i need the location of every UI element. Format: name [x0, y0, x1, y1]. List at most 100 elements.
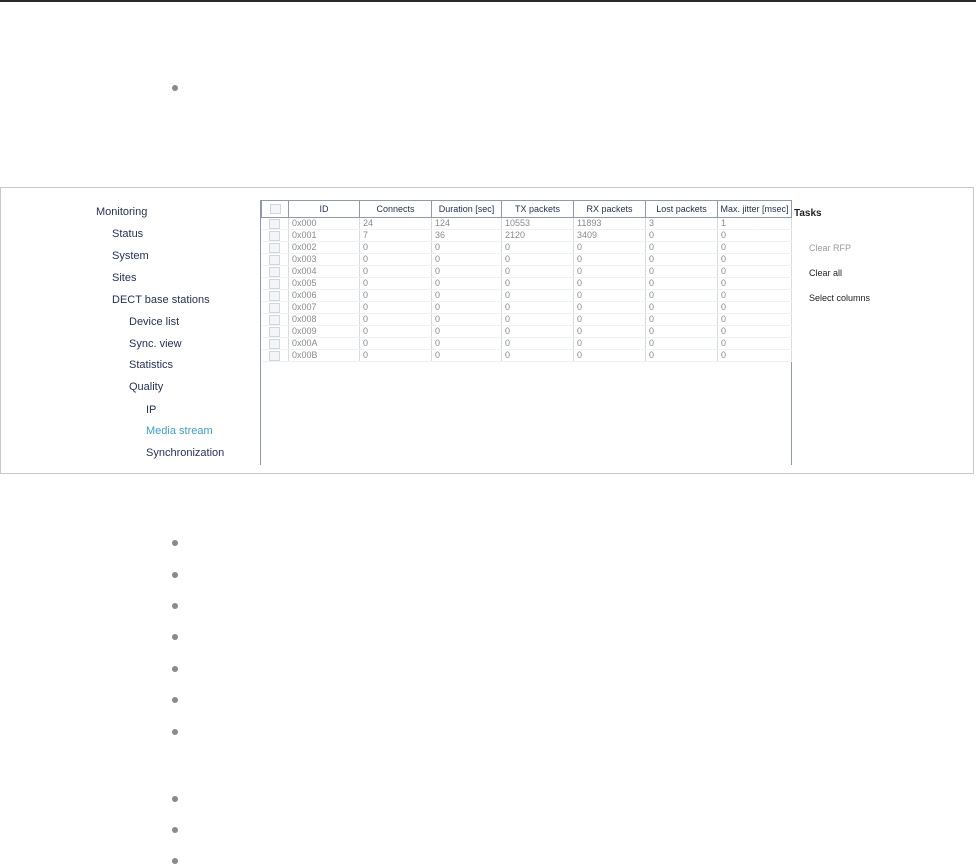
- cell-rx-packets: 0: [573, 325, 646, 338]
- nav-item-sync-view[interactable]: Sync. view: [129, 338, 182, 350]
- column-header-lost-packets[interactable]: Lost packets: [645, 200, 718, 218]
- row-checkbox[interactable]: [269, 350, 281, 361]
- cell-lost-packets: 0: [645, 253, 718, 266]
- table-row[interactable]: 0x004 0 0 0 0 0 0: [261, 265, 792, 278]
- cell-connects: 24: [359, 217, 432, 230]
- table-row[interactable]: 0x009 0 0 0 0 0 0: [261, 325, 792, 338]
- cell-tx-packets: 0: [501, 313, 574, 326]
- cell-lost-packets: 0: [645, 313, 718, 326]
- row-checkbox[interactable]: [269, 230, 281, 241]
- nav-item-dect-base-stations[interactable]: DECT base stations: [112, 294, 210, 306]
- row-select-cell[interactable]: [261, 217, 289, 230]
- bullet-dot: [172, 697, 178, 703]
- media-stream-table: ID Connects Duration [sec] TX packets RX…: [261, 200, 792, 362]
- column-header-tx-packets[interactable]: TX packets: [501, 200, 574, 218]
- clear-all-link[interactable]: Clear all: [809, 268, 842, 278]
- column-header-duration[interactable]: Duration [sec]: [431, 200, 502, 218]
- column-header-rx-packets[interactable]: RX packets: [573, 200, 646, 218]
- cell-id: 0x00A: [288, 337, 360, 350]
- row-select-cell[interactable]: [261, 325, 289, 338]
- bullet-dot: [172, 827, 178, 833]
- table-row[interactable]: 0x007 0 0 0 0 0 0: [261, 301, 792, 314]
- screenshot-frame: Monitoring Status System Sites DECT base…: [0, 187, 974, 474]
- table-row[interactable]: 0x000 24 124 10553 11893 3 1: [261, 217, 792, 230]
- bullet-dot: [172, 729, 178, 735]
- cell-connects: 0: [359, 313, 432, 326]
- cell-rx-packets: 0: [573, 337, 646, 350]
- table-row[interactable]: 0x008 0 0 0 0 0 0: [261, 313, 792, 326]
- row-checkbox[interactable]: [269, 266, 281, 277]
- cell-tx-packets: 0: [501, 349, 574, 362]
- clear-rfp-link[interactable]: Clear RFP: [809, 243, 851, 253]
- cell-tx-packets: 0: [501, 289, 574, 302]
- column-header-id[interactable]: ID: [288, 200, 360, 218]
- cell-id: 0x001: [288, 229, 360, 242]
- row-select-cell[interactable]: [261, 313, 289, 326]
- row-checkbox[interactable]: [269, 218, 281, 229]
- cell-connects: 0: [359, 325, 432, 338]
- table-row[interactable]: 0x006 0 0 0 0 0 0: [261, 289, 792, 302]
- table-row[interactable]: 0x001 7 36 2120 3409 0 0: [261, 229, 792, 242]
- row-select-cell[interactable]: [261, 289, 289, 302]
- cell-connects: 0: [359, 241, 432, 254]
- cell-rx-packets: 0: [573, 289, 646, 302]
- cell-rx-packets: 0: [573, 349, 646, 362]
- row-select-cell[interactable]: [261, 349, 289, 362]
- row-checkbox[interactable]: [269, 326, 281, 337]
- row-checkbox[interactable]: [269, 290, 281, 301]
- column-header-connects[interactable]: Connects: [359, 200, 432, 218]
- cell-lost-packets: 0: [645, 229, 718, 242]
- table-row[interactable]: 0x003 0 0 0 0 0 0: [261, 253, 792, 266]
- nav-item-ip[interactable]: IP: [146, 404, 156, 416]
- bullet-dot: [172, 572, 178, 578]
- row-select-cell[interactable]: [261, 277, 289, 290]
- cell-max-jitter: 0: [717, 325, 792, 338]
- nav-item-statistics[interactable]: Statistics: [129, 359, 173, 371]
- cell-lost-packets: 3: [645, 217, 718, 230]
- row-select-cell[interactable]: [261, 241, 289, 254]
- nav-item-media-stream[interactable]: Media stream: [146, 425, 213, 437]
- table-row[interactable]: 0x00A 0 0 0 0 0 0: [261, 337, 792, 350]
- row-select-cell[interactable]: [261, 337, 289, 350]
- cell-lost-packets: 0: [645, 301, 718, 314]
- nav-item-quality[interactable]: Quality: [129, 381, 163, 393]
- table-row[interactable]: 0x002 0 0 0 0 0 0: [261, 241, 792, 254]
- cell-duration: 0: [431, 277, 502, 290]
- column-header-max-jitter[interactable]: Max. jitter [msec]: [717, 200, 792, 218]
- cell-tx-packets: 0: [501, 253, 574, 266]
- table-row[interactable]: 0x00B 0 0 0 0 0 0: [261, 349, 792, 362]
- row-select-cell[interactable]: [261, 229, 289, 242]
- row-checkbox[interactable]: [269, 278, 281, 289]
- cell-max-jitter: 0: [717, 253, 792, 266]
- cell-duration: 0: [431, 313, 502, 326]
- nav-item-synchronization[interactable]: Synchronization: [146, 447, 224, 459]
- nav-item-monitoring[interactable]: Monitoring: [96, 206, 147, 218]
- row-select-cell[interactable]: [261, 253, 289, 266]
- row-select-cell[interactable]: [261, 301, 289, 314]
- cell-lost-packets: 0: [645, 337, 718, 350]
- row-checkbox[interactable]: [269, 302, 281, 313]
- cell-tx-packets: 0: [501, 241, 574, 254]
- select-columns-link[interactable]: Select columns: [809, 293, 870, 303]
- select-all-header[interactable]: [261, 200, 289, 218]
- row-checkbox[interactable]: [269, 254, 281, 265]
- nav-item-status[interactable]: Status: [112, 228, 143, 240]
- cell-max-jitter: 0: [717, 289, 792, 302]
- row-select-cell[interactable]: [261, 265, 289, 278]
- cell-lost-packets: 0: [645, 241, 718, 254]
- row-checkbox[interactable]: [269, 338, 281, 349]
- cell-rx-packets: 0: [573, 301, 646, 314]
- cell-connects: 0: [359, 349, 432, 362]
- table-row[interactable]: 0x005 0 0 0 0 0 0: [261, 277, 792, 290]
- cell-id: 0x00B: [288, 349, 360, 362]
- nav-item-sites[interactable]: Sites: [112, 272, 136, 284]
- bullet-dot: [172, 796, 178, 802]
- select-all-checkbox[interactable]: [269, 204, 281, 215]
- cell-max-jitter: 0: [717, 337, 792, 350]
- cell-max-jitter: 0: [717, 229, 792, 242]
- row-checkbox[interactable]: [269, 242, 281, 253]
- cell-duration: 36: [431, 229, 502, 242]
- nav-item-system[interactable]: System: [112, 250, 149, 262]
- row-checkbox[interactable]: [269, 314, 281, 325]
- nav-item-device-list[interactable]: Device list: [129, 316, 179, 328]
